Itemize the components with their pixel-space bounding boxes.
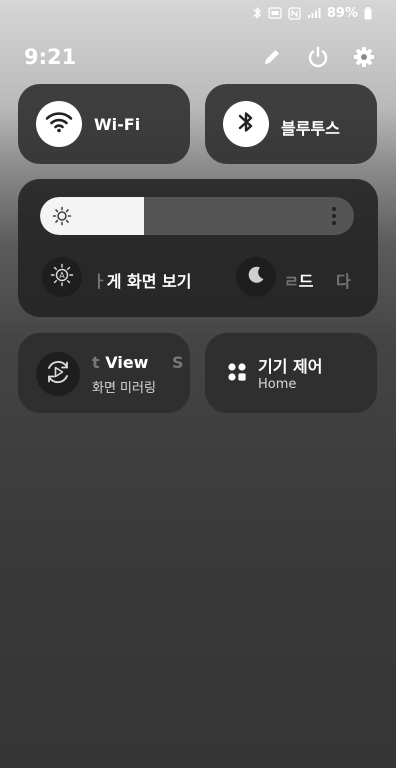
svg-text:A: A bbox=[59, 271, 65, 280]
power-icon[interactable] bbox=[306, 45, 330, 69]
battery-icon bbox=[364, 6, 372, 20]
next-mode-label: 다 bbox=[336, 272, 351, 291]
mode-row: A ㅏ게 화면 보기 ㄹ드 다 bbox=[18, 257, 378, 299]
moon-icon bbox=[245, 264, 267, 290]
wifi-tile[interactable]: Wi-Fi bbox=[18, 84, 190, 164]
eye-comfort-label: ㅏ게 화면 보기 bbox=[92, 272, 192, 291]
brightness-sun-icon bbox=[52, 206, 72, 226]
panel-header: 9:21 bbox=[24, 40, 376, 74]
brightness-panel: A ㅏ게 화면 보기 ㄹ드 다 bbox=[18, 179, 378, 317]
settings-gear-icon[interactable] bbox=[352, 45, 376, 69]
smart-view-play-icon bbox=[43, 357, 73, 391]
eye-comfort-button[interactable]: A bbox=[42, 257, 82, 297]
smart-view-tile[interactable]: t View S 화면 미러링 bbox=[18, 333, 190, 413]
smart-view-button[interactable] bbox=[36, 352, 80, 396]
sim-card-icon bbox=[268, 7, 282, 19]
header-actions bbox=[260, 45, 376, 69]
device-control-title: 기기 제어 bbox=[258, 357, 323, 376]
clock: 9:21 bbox=[24, 45, 77, 69]
bluetooth-tile[interactable]: 블루투스 bbox=[205, 84, 377, 164]
nfc-icon bbox=[288, 6, 301, 20]
edit-pencil-icon[interactable] bbox=[260, 45, 284, 69]
night-mode-button[interactable] bbox=[236, 257, 276, 297]
wifi-toggle[interactable] bbox=[36, 101, 82, 147]
signal-icon bbox=[307, 7, 321, 19]
bluetooth-label: 블루투스 bbox=[281, 119, 340, 138]
bluetooth-icon bbox=[237, 109, 255, 139]
battery-percent: 89% bbox=[326, 5, 358, 21]
smart-view-subtitle: 화면 미러링 bbox=[92, 381, 156, 396]
brightness-slider[interactable] bbox=[40, 197, 354, 235]
night-mode-label: ㄹ드 bbox=[284, 272, 314, 291]
device-control-tile[interactable]: 기기 제어 Home bbox=[205, 333, 377, 413]
status-bar: 89% bbox=[252, 4, 372, 22]
eye-comfort-sun-icon: A bbox=[50, 263, 74, 291]
wifi-icon bbox=[45, 111, 73, 137]
wifi-label: Wi-Fi bbox=[94, 115, 141, 134]
grid-apps-icon bbox=[227, 362, 247, 382]
device-control-subtitle: Home bbox=[258, 377, 297, 392]
bluetooth-icon bbox=[252, 6, 262, 20]
smart-view-title: t View S bbox=[92, 353, 184, 372]
vertical-dots-icon[interactable] bbox=[332, 207, 336, 225]
bluetooth-toggle[interactable] bbox=[223, 101, 269, 147]
